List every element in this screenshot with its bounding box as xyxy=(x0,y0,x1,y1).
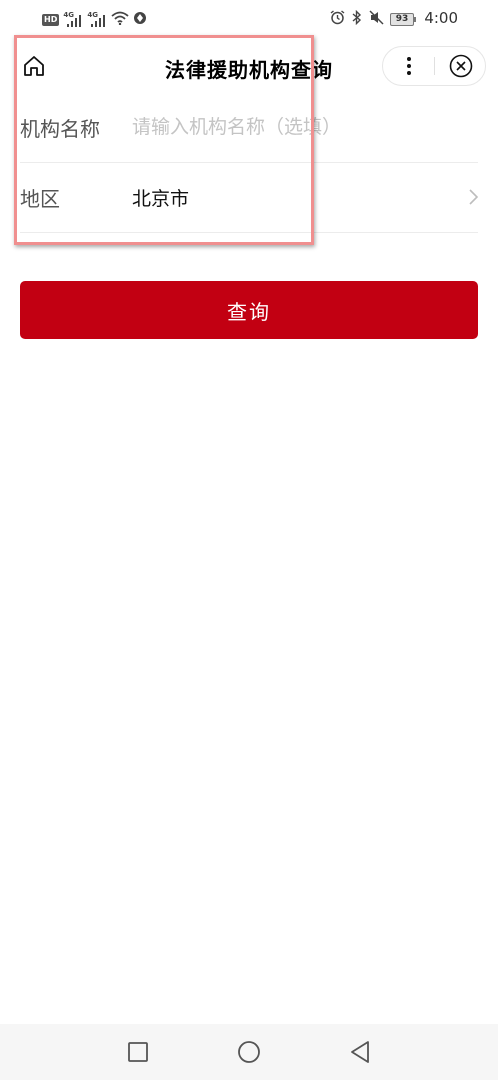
battery-level: 93 xyxy=(395,14,409,24)
circle-icon xyxy=(238,1041,260,1063)
battery-icon: 93 xyxy=(390,13,416,26)
institution-name-input[interactable] xyxy=(132,107,478,147)
more-button[interactable] xyxy=(383,47,435,85)
region-row[interactable]: 地区 北京市 xyxy=(20,162,478,233)
back-triangle-icon xyxy=(351,1041,369,1063)
status-left-group: HD 4G 4G xyxy=(42,10,147,29)
alarm-icon xyxy=(330,10,345,29)
home-system-button[interactable] xyxy=(235,1038,263,1066)
region-value[interactable]: 北京市 xyxy=(132,184,462,211)
close-button[interactable] xyxy=(435,47,487,85)
system-navigation-bar xyxy=(0,1024,498,1080)
wifi-icon xyxy=(111,10,129,29)
square-icon xyxy=(128,1042,148,1062)
institution-name-label: 机构名称 xyxy=(20,116,100,141)
status-bar: HD 4G 4G 93 4:00 xyxy=(0,0,498,38)
signal-icon: 4G xyxy=(87,11,107,28)
status-right-group: 93 xyxy=(330,9,416,29)
mini-program-capsule xyxy=(382,46,486,86)
query-button[interactable]: 查询 xyxy=(20,281,478,339)
mute-icon xyxy=(369,10,384,29)
chevron-right-icon xyxy=(462,187,478,207)
region-label: 地区 xyxy=(20,186,60,211)
more-vertical-icon xyxy=(407,57,411,75)
status-time: 4:00 xyxy=(424,9,458,27)
institution-name-row: 机构名称 xyxy=(20,92,478,163)
hd-badge: HD xyxy=(42,13,60,26)
back-button[interactable] xyxy=(346,1038,374,1066)
vpn-icon xyxy=(133,10,147,29)
recent-apps-button[interactable] xyxy=(124,1038,152,1066)
nav-bar: 法律援助机构查询 xyxy=(0,38,498,94)
signal-icon: 4G xyxy=(63,11,83,28)
close-circle-icon xyxy=(449,54,473,78)
bluetooth-icon xyxy=(351,9,363,29)
